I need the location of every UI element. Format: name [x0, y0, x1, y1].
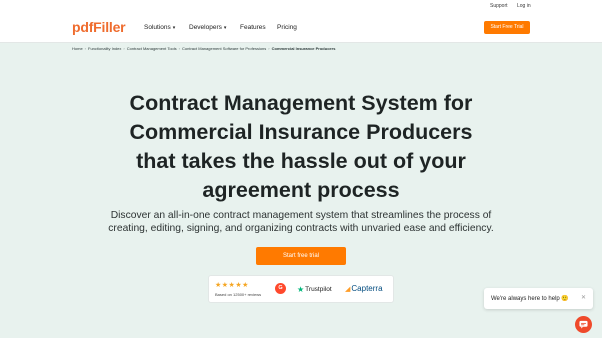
hero-subtitle: Discover an all-in-one contract manageme…: [100, 210, 502, 235]
headline-line: Commercial Insurance Producers: [129, 120, 473, 144]
chevron-down-icon: ▾: [223, 25, 227, 31]
chevron-down-icon: ▾: [172, 25, 176, 31]
pdffiller-logo[interactable]: pdfFiller: [72, 19, 126, 35]
headline-line: Contract Management System for: [129, 91, 473, 115]
breadcrumb: Home › Functionality Index › Contract Manage…: [72, 46, 336, 51]
chat-bubble[interactable]: We're always here to help 🙂 ✕: [484, 288, 593, 309]
breadcrumb-home[interactable]: Home: [72, 46, 83, 51]
nav-solutions-label: Solutions: [144, 24, 171, 31]
chat-message: We're always here to help 🙂: [491, 296, 569, 302]
nav-developers[interactable]: Developers ▾: [189, 24, 226, 31]
chat-launcher-button[interactable]: [575, 316, 592, 333]
capterra-label: Capterra: [351, 284, 383, 293]
nav-developers-label: Developers: [189, 24, 222, 31]
subtitle-line: creating, editing, signing, and organizi…: [108, 222, 494, 234]
g2-logo: G: [275, 283, 286, 294]
chat-icon: [579, 320, 588, 329]
breadcrumb-contract-software[interactable]: Contract Management Software for Profess…: [182, 46, 266, 51]
reviews-count: Based on 12500+ reviews: [215, 292, 262, 297]
login-link[interactable]: Log in: [517, 3, 531, 9]
ratings-strip: ★★★★★ Based on 12500+ reviews G ★Trustpi…: [209, 276, 393, 302]
nav-pricing[interactable]: Pricing: [277, 24, 297, 31]
nav-solutions[interactable]: Solutions ▾: [144, 24, 175, 31]
start-free-trial-button[interactable]: Start free trial: [256, 247, 346, 265]
trustpilot-label: Trustpilot: [305, 286, 332, 293]
nav-features-label: Features: [240, 24, 266, 31]
subtitle-line: Discover an all-in-one contract manageme…: [110, 210, 492, 221]
trustpilot-logo: ★Trustpilot: [297, 285, 332, 294]
start-free-trial-header-button[interactable]: Start Free Trial: [484, 21, 530, 34]
support-link[interactable]: Support: [490, 3, 508, 9]
breadcrumb-functionality-index[interactable]: Functionality Index: [88, 46, 121, 51]
close-icon[interactable]: ✕: [581, 294, 586, 301]
nav-features[interactable]: Features: [240, 24, 266, 31]
headline-line: agreement process: [202, 178, 400, 202]
page-title: Contract Management System for Commercia…: [0, 89, 602, 205]
utility-bar: Support Log in: [0, 0, 602, 13]
capterra-arrow-icon: ◢: [345, 286, 351, 293]
nav-pricing-label: Pricing: [277, 24, 297, 31]
trustpilot-star-icon: ★: [297, 285, 305, 294]
site-header: pdfFiller Solutions ▾ Developers ▾ Feature…: [0, 13, 602, 43]
breadcrumb-current: Commercial Insurance Producers: [271, 46, 336, 51]
headline-line: that takes the hassle out of your: [136, 149, 466, 173]
breadcrumb-contract-tools[interactable]: Contract Management Tools: [127, 46, 177, 51]
rating-stars-icon: ★★★★★: [215, 282, 249, 289]
capterra-logo: ◢Capterra: [345, 284, 383, 293]
